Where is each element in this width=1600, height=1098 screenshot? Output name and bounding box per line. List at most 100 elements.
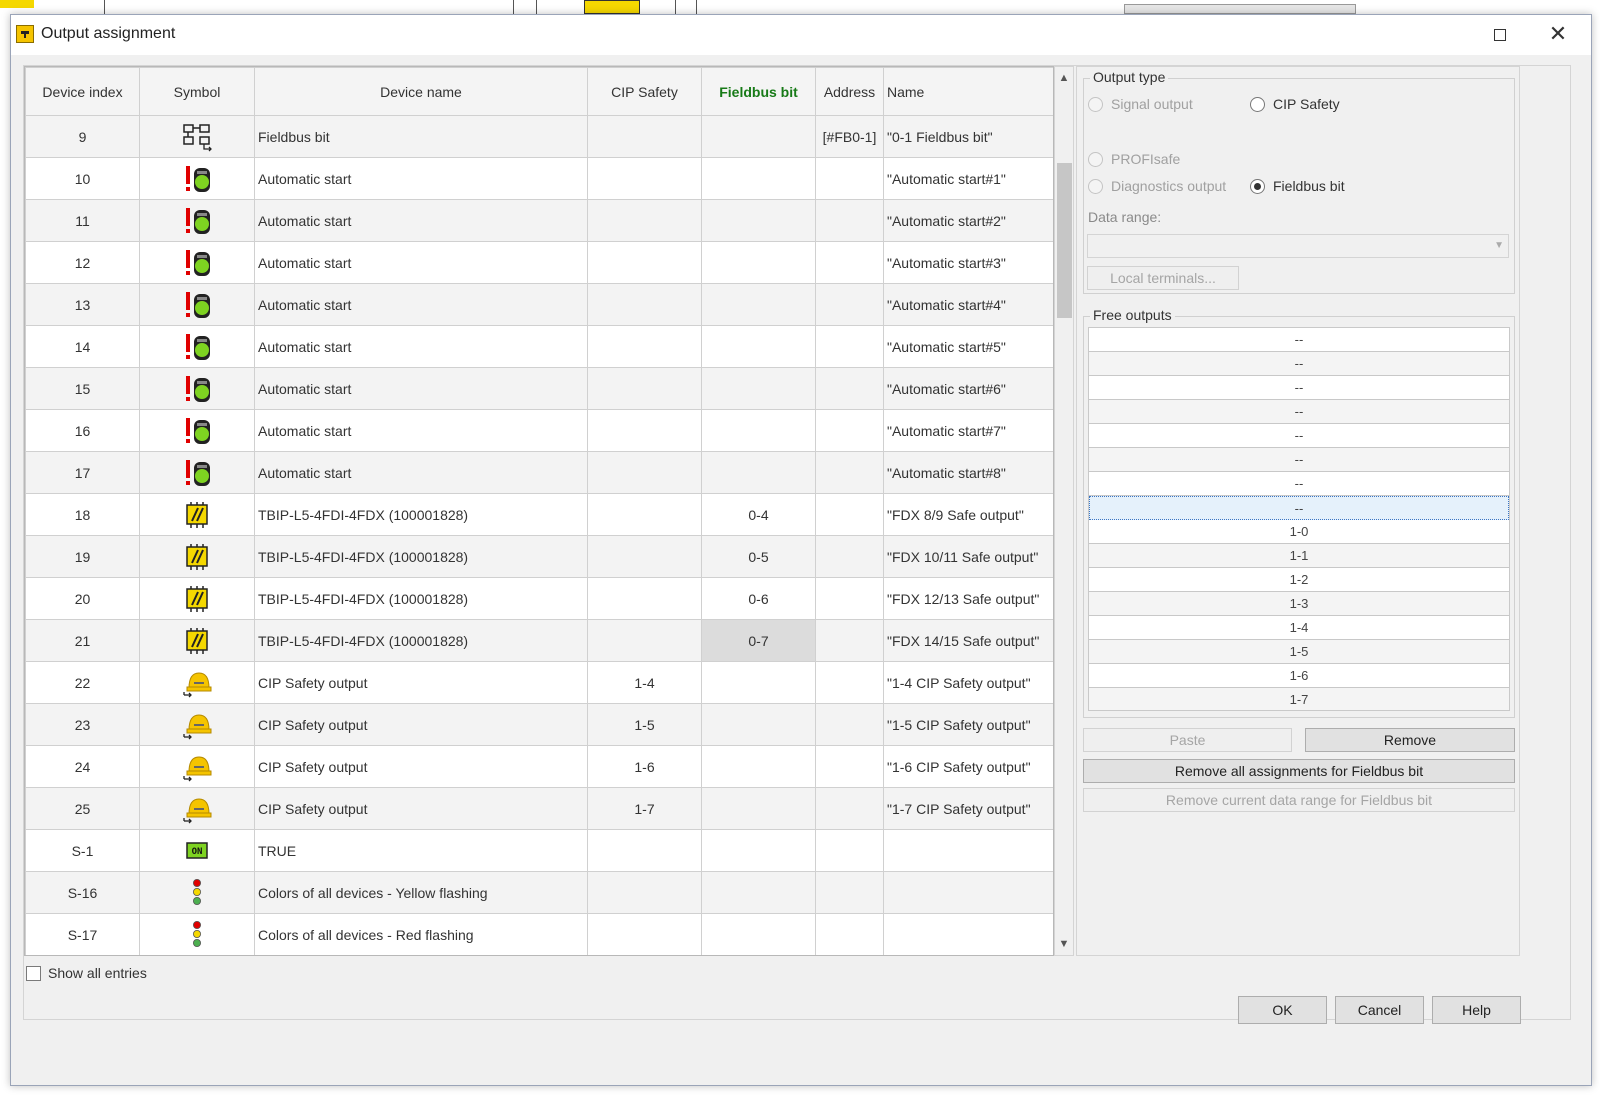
radio-diagnostics-output[interactable]: Diagnostics output [1088, 178, 1226, 194]
cell-fieldbus-bit[interactable] [701, 661, 816, 704]
cell-address[interactable] [815, 619, 884, 662]
cell-symbol[interactable] [139, 325, 255, 368]
cell-name[interactable]: "Automatic start#1" [883, 157, 1053, 200]
cell-name[interactable]: "Automatic start#8" [883, 451, 1053, 494]
cell-address[interactable] [815, 829, 884, 872]
cell-cip-safety[interactable] [587, 451, 702, 494]
cell-symbol[interactable] [139, 409, 255, 452]
free-outputs-list[interactable]: -- -- -- -- -- -- -- -- 1-0 1-1 1-2 1-3 1-4 1-5 1-6 1-7 [1088, 327, 1510, 711]
cell-device-index[interactable]: 9 [25, 115, 140, 158]
column-header-cip-safety[interactable]: CIP Safety [587, 67, 702, 116]
table-row[interactable]: 24 CIP Safety output 1-6 "1-6 CIP Safety ou… [25, 745, 1053, 788]
column-header-address[interactable]: Address [815, 67, 884, 116]
cell-fieldbus-bit[interactable] [701, 703, 816, 746]
cell-name[interactable] [883, 913, 1053, 955]
cell-address[interactable] [815, 745, 884, 788]
cell-device-name[interactable]: CIP Safety output [254, 661, 588, 704]
cell-cip-safety[interactable] [587, 619, 702, 662]
cell-fieldbus-bit[interactable] [701, 325, 816, 368]
cell-device-index[interactable]: 20 [25, 577, 140, 620]
cell-name[interactable]: "Automatic start#2" [883, 199, 1053, 242]
cell-address[interactable] [815, 409, 884, 452]
free-output-item[interactable]: -- [1089, 400, 1509, 424]
cell-cip-safety[interactable]: 1-7 [587, 787, 702, 830]
cell-cip-safety[interactable] [587, 199, 702, 242]
cell-fieldbus-bit[interactable]: 0-6 [701, 577, 816, 620]
table-row[interactable]: 21 TBIP-L5-4FDI-4FDX (100001828) 0-7 "FDX 1… [25, 619, 1053, 662]
cell-device-index[interactable]: 21 [25, 619, 140, 662]
cell-symbol[interactable] [139, 745, 255, 788]
cell-device-name[interactable]: Automatic start [254, 409, 588, 452]
table-row[interactable]: 10 Automatic start "Automatic start#1" [25, 157, 1053, 200]
table-row[interactable]: 11 Automatic start "Automatic start#2" [25, 199, 1053, 242]
help-button[interactable]: Help [1432, 996, 1521, 1024]
free-output-item[interactable]: 1-4 [1089, 616, 1509, 640]
cell-cip-safety[interactable] [587, 409, 702, 452]
cell-device-name[interactable]: Automatic start [254, 157, 588, 200]
column-header-device-name[interactable]: Device name [254, 67, 588, 116]
cell-device-index[interactable]: S-17 [25, 913, 140, 955]
cell-cip-safety[interactable] [587, 871, 702, 914]
cell-symbol[interactable] [139, 199, 255, 242]
cell-device-index[interactable]: 14 [25, 325, 140, 368]
radio-profisafe[interactable]: PROFIsafe [1088, 151, 1180, 167]
cell-device-index[interactable]: 12 [25, 241, 140, 284]
remove-all-assignments-button[interactable]: Remove all assignments for Fieldbus bit [1083, 759, 1515, 783]
free-output-item[interactable]: -- [1089, 424, 1509, 448]
cell-fieldbus-bit[interactable] [701, 409, 816, 452]
column-header-symbol[interactable]: Symbol [139, 67, 255, 116]
column-header-device-index[interactable]: Device index [25, 67, 140, 116]
table-row[interactable]: S-16 Colors of all devices - Yellow flash… [25, 871, 1053, 914]
cell-name[interactable]: "1-6 CIP Safety output" [883, 745, 1053, 788]
cell-cip-safety[interactable] [587, 283, 702, 326]
table-row[interactable]: 25 CIP Safety output 1-7 "1-7 CIP Safety ou… [25, 787, 1053, 830]
cell-address[interactable] [815, 871, 884, 914]
cell-name[interactable]: "Automatic start#3" [883, 241, 1053, 284]
cell-fieldbus-bit[interactable] [701, 913, 816, 955]
cell-device-index[interactable]: 16 [25, 409, 140, 452]
local-terminals-button[interactable]: Local terminals... [1087, 266, 1239, 290]
cell-name[interactable]: "1-7 CIP Safety output" [883, 787, 1053, 830]
table-row[interactable]: 20 TBIP-L5-4FDI-4FDX (100001828) 0-6 "FDX 1… [25, 577, 1053, 620]
cell-cip-safety[interactable] [587, 241, 702, 284]
cell-symbol[interactable]: ON [139, 829, 255, 872]
cell-name[interactable]: "FDX 10/11 Safe output" [883, 535, 1053, 578]
cell-device-index[interactable]: 19 [25, 535, 140, 578]
cell-device-index[interactable]: 24 [25, 745, 140, 788]
column-header-name[interactable]: Name [883, 67, 1053, 116]
column-header-fieldbus-bit[interactable]: Fieldbus bit [701, 67, 816, 116]
cell-symbol[interactable] [139, 451, 255, 494]
cell-symbol[interactable] [139, 871, 255, 914]
cell-device-index[interactable]: 25 [25, 787, 140, 830]
remove-button[interactable]: Remove [1305, 728, 1515, 752]
cell-fieldbus-bit[interactable] [701, 829, 816, 872]
cell-address[interactable] [815, 577, 884, 620]
free-output-item[interactable]: 1-7 [1089, 688, 1509, 710]
cell-device-index[interactable]: 22 [25, 661, 140, 704]
cell-device-name[interactable]: TBIP-L5-4FDI-4FDX (100001828) [254, 535, 588, 578]
cell-device-index[interactable]: S-16 [25, 871, 140, 914]
cell-address[interactable] [815, 535, 884, 578]
radio-cip-safety[interactable]: CIP Safety [1250, 96, 1340, 112]
cell-fieldbus-bit[interactable] [701, 451, 816, 494]
cell-device-name[interactable]: TBIP-L5-4FDI-4FDX (100001828) [254, 619, 588, 662]
cell-cip-safety[interactable] [587, 367, 702, 410]
scrollbar-thumb[interactable] [1057, 163, 1072, 318]
checkbox-box[interactable] [26, 965, 41, 981]
free-output-item[interactable]: -- [1089, 472, 1509, 496]
cell-name[interactable]: "Automatic start#4" [883, 283, 1053, 326]
free-output-item[interactable]: 1-2 [1089, 568, 1509, 592]
show-all-entries-checkbox[interactable]: Show all entries [26, 964, 147, 981]
cell-symbol[interactable] [139, 283, 255, 326]
free-output-item[interactable]: -- [1089, 496, 1509, 520]
table-row[interactable]: 13 Automatic start "Automatic start#4" [25, 283, 1053, 326]
radio-button[interactable] [1250, 96, 1265, 112]
table-row[interactable]: 16 Automatic start "Automatic start#7" [25, 409, 1053, 452]
free-output-item[interactable]: 1-6 [1089, 664, 1509, 688]
cell-name[interactable]: "FDX 14/15 Safe output" [883, 619, 1053, 662]
cell-address[interactable] [815, 913, 884, 955]
radio-fieldbus-bit[interactable]: Fieldbus bit [1250, 178, 1345, 194]
cell-device-name[interactable]: Automatic start [254, 199, 588, 242]
table-row[interactable]: 18 TBIP-L5-4FDI-4FDX (100001828) 0-4 "FDX 8… [25, 493, 1053, 536]
cell-fieldbus-bit[interactable] [701, 157, 816, 200]
